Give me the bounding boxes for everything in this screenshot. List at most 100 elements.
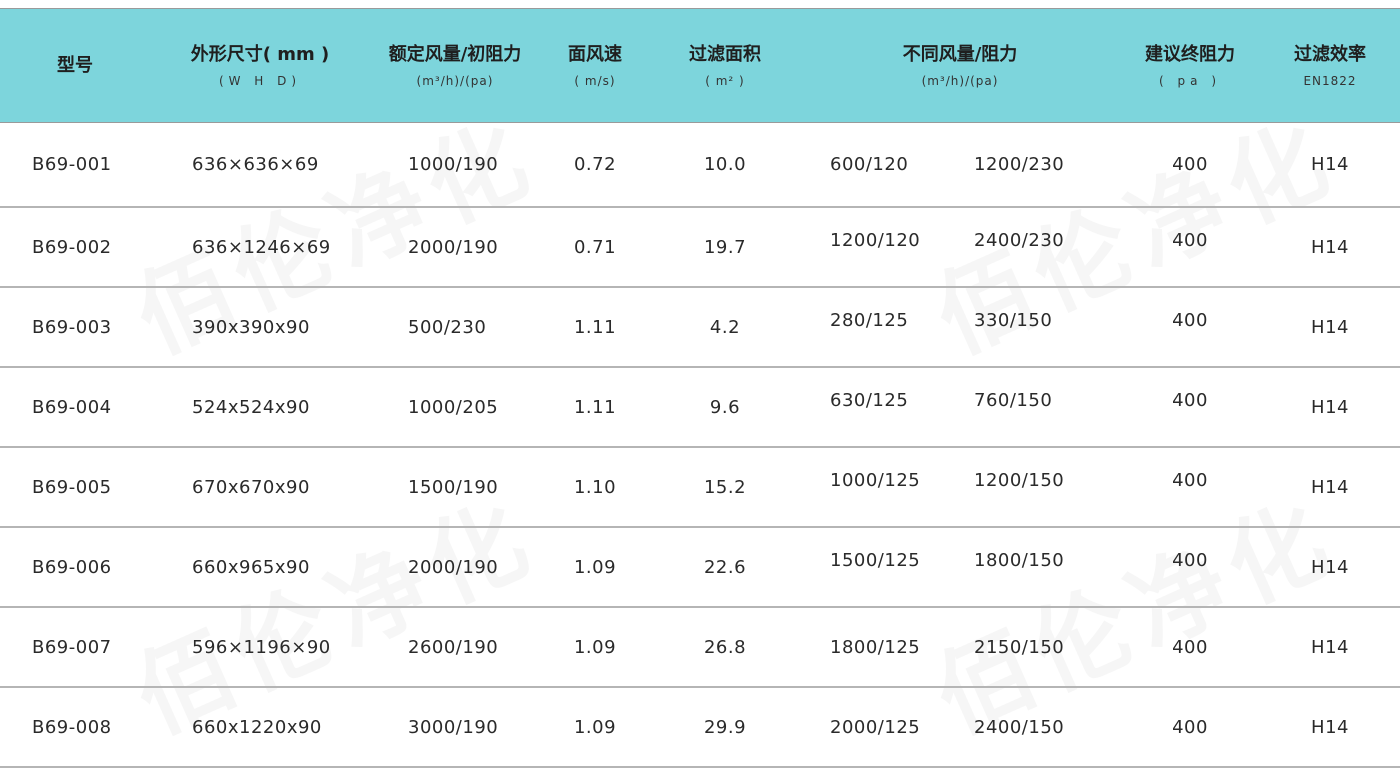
cell-model: B69-005 [0,447,150,528]
cell-efficiency: H14 [1260,607,1400,688]
cell-area: 19.7 [650,207,800,288]
cell-final: 400 [1120,287,1261,368]
cell-final: 400 [1120,447,1261,528]
header-size-unit: (W H D) [218,73,302,88]
cell-flow-a: 1500/125 [800,527,950,608]
cell-size: 660x1220x90 [150,687,370,768]
cell-flow-b-text: 1800/150 [974,549,1065,571]
cell-velocity: 1.09 [540,687,650,768]
header-final-label: 建议终阻力 [1145,43,1236,65]
cell-model: B69-001 [0,122,150,208]
cell-flow-a-text: 1200/120 [830,229,921,251]
cell-size: 660x965x90 [150,527,370,608]
cell-size: 596×1196×90 [150,607,370,688]
cell-flow-a: 1000/125 [800,447,950,528]
table-row: B69-008 660x1220x90 3000/190 1.09 29.9 2… [0,687,1400,768]
cell-area: 26.8 [650,607,800,688]
header-efficiency: 过滤效率 EN1822 [1260,8,1400,123]
cell-velocity: 1.09 [540,527,650,608]
header-model-label: 型号 [57,54,93,76]
header-size: 外形尺寸( mm ) (W H D) [150,8,370,123]
cell-area: 9.6 [650,367,800,448]
cell-velocity: 1.09 [540,607,650,688]
cell-size: 390x390x90 [150,287,370,368]
cell-efficiency: H14 [1260,287,1400,368]
cell-area: 10.0 [650,122,800,208]
cell-rated: 2600/190 [370,607,540,688]
header-velocity: 面风速 ( m/s) [540,8,650,123]
table-row: B69-007 596×1196×90 2600/190 1.09 26.8 1… [0,607,1400,688]
cell-flow-a: 630/125 [800,367,950,448]
cell-rated: 2000/190 [370,207,540,288]
cell-velocity: 1.10 [540,447,650,528]
header-efficiency-label: 过滤效率 [1294,43,1367,65]
cell-flow-b-text: 2400/230 [974,229,1065,251]
cell-model: B69-006 [0,527,150,608]
header-area: 过滤面积 ( m² ) [650,8,800,123]
header-flow-label: 不同风量/阻力 [902,43,1018,65]
cell-velocity: 1.11 [540,287,650,368]
cell-size: 636×1246×69 [150,207,370,288]
cell-final-text: 400 [1172,469,1208,491]
cell-efficiency: H14 [1260,122,1400,208]
cell-area: 29.9 [650,687,800,768]
cell-model: B69-007 [0,607,150,688]
cell-efficiency: H14 [1260,527,1400,608]
cell-size: 670x670x90 [150,447,370,528]
header-rated-unit: (m³/h)/(pa) [416,73,494,88]
header-final: 建议终阻力 ( pa ) [1120,8,1261,123]
cell-final: 400 [1120,122,1261,208]
cell-flow-a: 280/125 [800,287,950,368]
cell-model: B69-008 [0,687,150,768]
table-row: B69-005 670x670x90 1500/190 1.10 15.2 10… [0,447,1400,528]
cell-model: B69-002 [0,207,150,288]
header-flow-unit: (m³/h)/(pa) [921,73,999,88]
header-area-label: 过滤面积 [689,43,761,65]
cell-flow-b: 1800/150 [950,527,1121,608]
cell-flow-a-text: 1500/125 [830,549,921,571]
cell-final: 400 [1120,207,1261,288]
cell-size: 524x524x90 [150,367,370,448]
cell-size: 636×636×69 [150,122,370,208]
cell-final: 400 [1120,527,1261,608]
cell-final-text: 400 [1172,549,1208,571]
cell-velocity: 1.11 [540,367,650,448]
header-rated-label: 额定风量/初阻力 [388,43,522,65]
header-velocity-unit: ( m/s) [574,73,616,88]
header-efficiency-standard: EN1822 [1303,73,1357,88]
cell-rated: 2000/190 [370,527,540,608]
header-rated: 额定风量/初阻力 (m³/h)/(pa) [370,8,540,123]
cell-flow-a: 1200/120 [800,207,950,288]
cell-velocity: 0.72 [540,122,650,208]
cell-model: B69-004 [0,367,150,448]
cell-flow-a-text: 280/125 [830,309,909,331]
cell-final-text: 400 [1172,389,1208,411]
header-final-unit: ( pa ) [1159,73,1221,88]
header-size-label: 外形尺寸( mm ) [190,43,330,65]
cell-efficiency: H14 [1260,367,1400,448]
cell-flow-b-text: 1200/150 [974,469,1065,491]
cell-final: 400 [1120,607,1261,688]
header-area-unit: ( m² ) [705,73,745,88]
cell-rated: 3000/190 [370,687,540,768]
header-velocity-label: 面风速 [568,43,622,65]
cell-flow-b-text: 330/150 [974,309,1053,331]
header-model: 型号 [0,8,150,123]
cell-flow-b: 330/150 [950,287,1121,368]
cell-flow-a: 600/120 [800,122,950,208]
header-flow: 不同风量/阻力 (m³/h)/(pa) [800,8,1121,123]
cell-velocity: 0.71 [540,207,650,288]
cell-flow-b: 2150/150 [950,607,1121,688]
cell-flow-b: 760/150 [950,367,1121,448]
cell-rated: 1500/190 [370,447,540,528]
cell-rated: 500/230 [370,287,540,368]
cell-flow-a-text: 1000/125 [830,469,921,491]
cell-model: B69-003 [0,287,150,368]
cell-flow-b: 1200/150 [950,447,1121,528]
cell-flow-a-text: 630/125 [830,389,909,411]
table-row: B69-003 390x390x90 500/230 1.11 4.2 280/… [0,287,1400,368]
table-row: B69-001 636×636×69 1000/190 0.72 10.0 60… [0,122,1400,208]
table-row: B69-004 524x524x90 1000/205 1.11 9.6 630… [0,367,1400,448]
cell-area: 4.2 [650,287,800,368]
cell-efficiency: H14 [1260,207,1400,288]
